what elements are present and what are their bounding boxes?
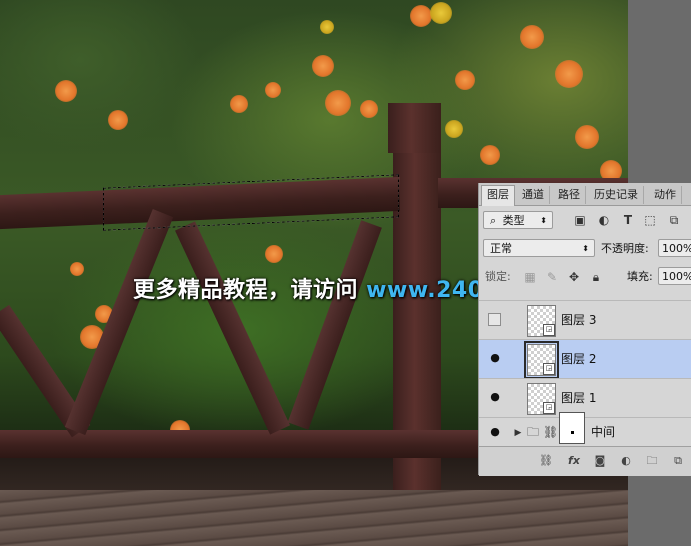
select-arrows-icon: ⬍ — [582, 244, 589, 253]
eye-icon[interactable]: ● — [488, 426, 502, 438]
filter-row: ⌕ 类型 ⬍ ▣ ◐ T ⬚ ⧉ — [479, 210, 691, 232]
flower — [70, 262, 84, 276]
lock-row: 锁定: ▦ ✎ ✥ 🔒︎ 填充: 100% — [479, 266, 691, 288]
lock-all-icon[interactable]: 🔒︎ — [589, 270, 603, 284]
panel-tabs: 图层 通道 路径 历史记录 动作 — [479, 183, 691, 206]
expand-arrow-icon[interactable]: ▶ — [511, 426, 525, 440]
fx-icon[interactable]: fx — [567, 454, 581, 468]
type-filter-icon[interactable]: T — [621, 213, 635, 227]
flower — [230, 95, 248, 113]
smart-object-filter-icon[interactable]: ⧉ — [667, 213, 681, 227]
filter-type-select[interactable]: ⌕ 类型 ⬍ — [483, 211, 553, 229]
eye-icon[interactable]: ● — [488, 391, 502, 403]
wood-deck — [0, 490, 628, 546]
adjustment-icon[interactable]: ◐ — [619, 454, 633, 468]
lock-transparency-icon[interactable]: ▦ — [523, 270, 537, 284]
panel-footer: ⛓ fx ◙ ◐ 🗀 ⧉ — [479, 446, 691, 476]
marquee-selection[interactable] — [103, 174, 399, 231]
layer-thumbnail: ◲ — [524, 341, 559, 379]
flower — [555, 60, 583, 88]
shape-filter-icon[interactable]: ⬚ — [643, 213, 657, 227]
layers-panel: 图层 通道 路径 历史记录 动作 ⌕ 类型 ⬍ ▣ ◐ T ⬚ ⧉ 正常 ⬍ 不… — [478, 183, 691, 476]
tab-paths[interactable]: 路径 — [553, 186, 586, 204]
tab-layers[interactable]: 图层 — [481, 185, 515, 206]
flower — [360, 100, 378, 118]
image-filter-icon[interactable]: ▣ — [573, 213, 587, 227]
flower — [520, 25, 544, 49]
layer-thumbnail: ◲ — [527, 383, 556, 415]
mask-icon[interactable]: ◙ — [593, 454, 607, 468]
group-row[interactable]: ● ▶ 🗀 ⛓ 中间 — [479, 412, 691, 446]
group-name: 中间 — [591, 425, 616, 439]
smart-object-icon: ◲ — [543, 402, 555, 414]
fill-label: 填充: — [627, 270, 653, 283]
flower — [480, 145, 500, 165]
layer-row[interactable]: ● ◲ 图层 1 — [479, 378, 691, 417]
fill-input[interactable]: 100% — [658, 267, 691, 285]
flower — [312, 55, 334, 77]
tab-channels[interactable]: 通道 — [517, 186, 550, 204]
select-arrows-icon: ⬍ — [540, 216, 547, 225]
tab-history[interactable]: 历史记录 — [589, 186, 644, 204]
flower — [320, 20, 334, 34]
flower — [325, 90, 351, 116]
flower — [430, 2, 452, 24]
folder-icon: 🗀 — [526, 425, 539, 439]
flower — [265, 245, 283, 263]
blend-row: 正常 ⬍ 不透明度: 100% — [479, 238, 691, 260]
search-icon: ⌕ — [490, 214, 497, 227]
folder-icon[interactable]: 🗀 — [645, 454, 659, 468]
lock-label: 锁定: — [485, 270, 511, 283]
adjustment-filter-icon[interactable]: ◐ — [597, 213, 611, 227]
layer-row-selected[interactable]: ● ◲ 图层 2 — [479, 339, 691, 379]
opacity-input[interactable]: 100% — [658, 239, 691, 257]
eye-icon[interactable]: ● — [488, 352, 502, 364]
flower — [445, 120, 463, 138]
blend-mode-value: 正常 — [490, 242, 512, 255]
flower — [455, 70, 475, 90]
fence-post-cap — [388, 103, 440, 153]
watermark-text: 更多精品教程，请访问 — [133, 278, 367, 303]
flower — [108, 110, 128, 130]
layer-mask-thumbnail[interactable] — [559, 412, 585, 444]
fence-brace — [287, 220, 382, 430]
flower — [575, 125, 599, 149]
fence-brace — [64, 208, 174, 436]
chain-link-icon[interactable]: ⛓ — [543, 425, 558, 439]
lock-position-icon[interactable]: ✥ — [567, 270, 581, 284]
smart-object-icon: ◲ — [543, 363, 555, 375]
flower — [265, 82, 281, 98]
layer-thumbnail: ◲ — [527, 305, 556, 337]
layer-name: 图层 1 — [561, 391, 597, 405]
filter-type-label: 类型 — [502, 214, 525, 227]
new-layer-icon[interactable]: ⧉ — [671, 454, 685, 468]
opacity-label: 不透明度: — [601, 242, 649, 255]
lock-pixels-icon[interactable]: ✎ — [545, 270, 559, 284]
flower — [55, 80, 77, 102]
smart-object-icon: ◲ — [543, 324, 555, 336]
link-icon[interactable]: ⛓ — [539, 454, 553, 468]
flower — [410, 5, 432, 27]
layer-name: 图层 3 — [561, 313, 597, 327]
blend-mode-select[interactable]: 正常 ⬍ — [483, 239, 595, 257]
tab-actions[interactable]: 动作 — [649, 186, 682, 204]
layer-row[interactable]: ◲ 图层 3 — [479, 300, 691, 339]
visibility-toggle[interactable] — [488, 313, 501, 326]
layer-name: 图层 2 — [561, 352, 597, 366]
